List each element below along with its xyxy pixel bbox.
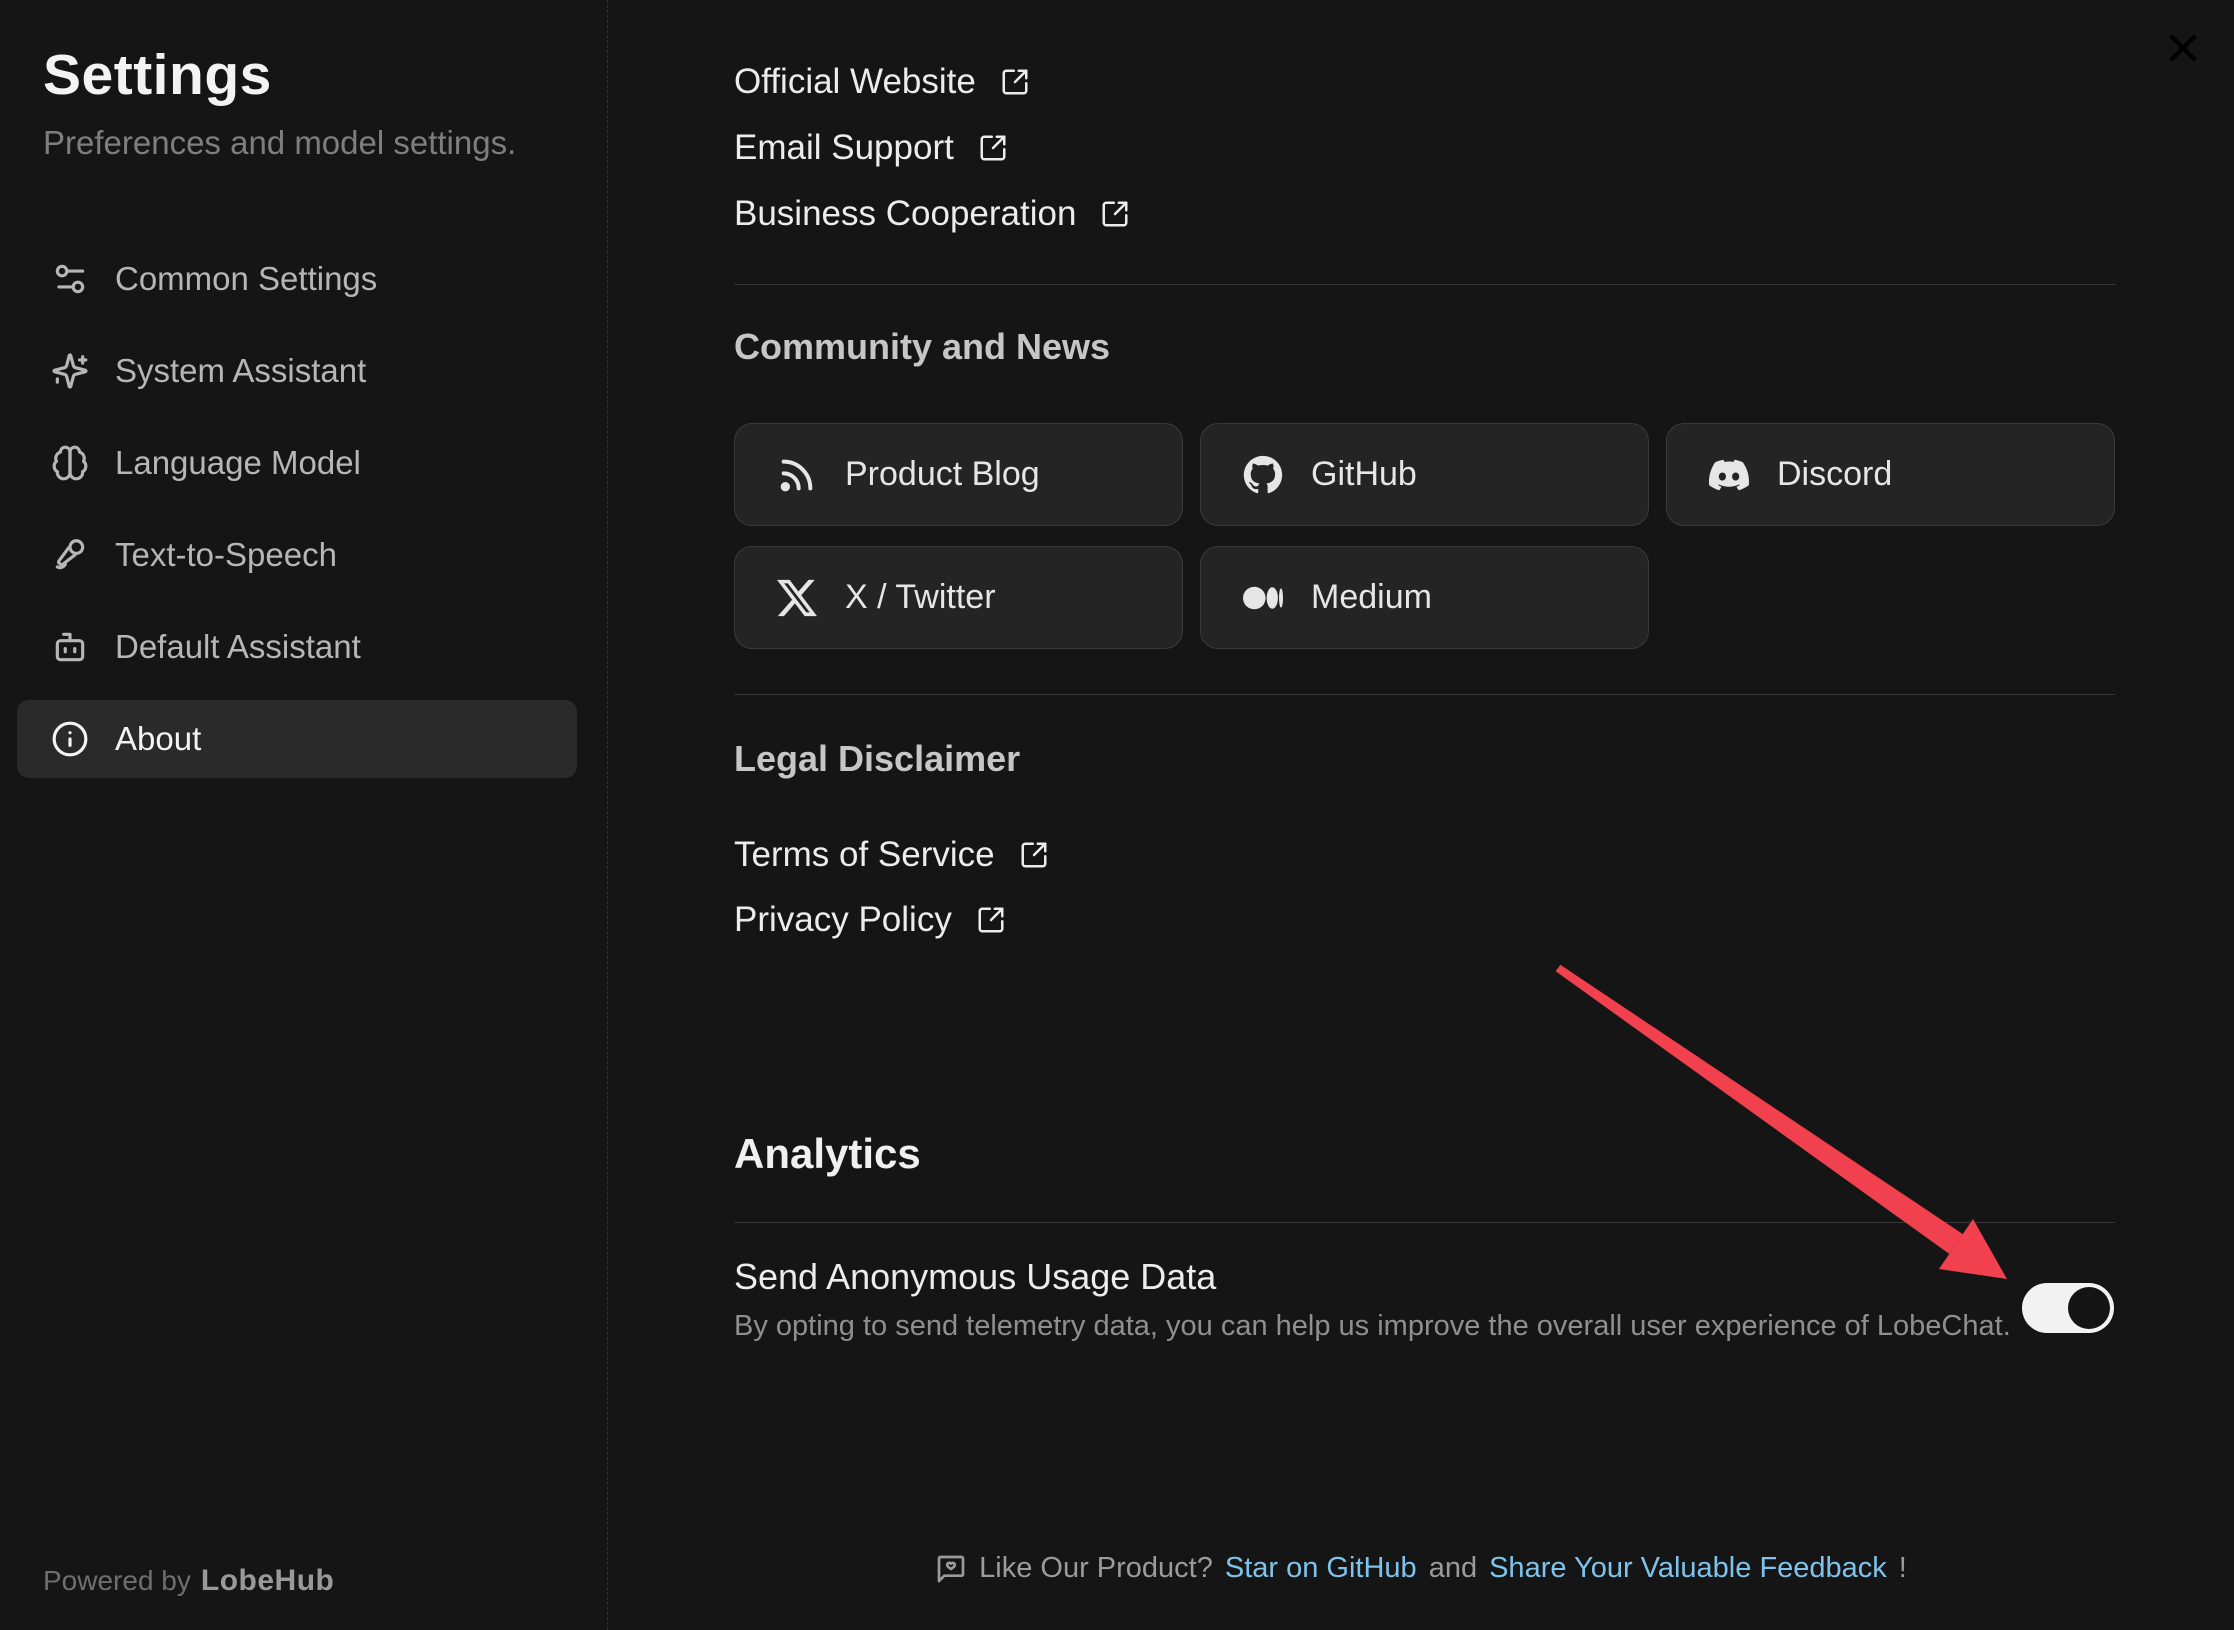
legal-heading: Legal Disclaimer bbox=[734, 738, 1020, 780]
discord-button[interactable]: Discord bbox=[1666, 423, 2115, 526]
star-on-github-link[interactable]: Star on GitHub bbox=[1225, 1552, 1417, 1585]
sliders-icon bbox=[51, 260, 89, 298]
sidebar-item-system-assistant[interactable]: System Assistant bbox=[17, 332, 577, 410]
sidebar-item-label: Common Settings bbox=[115, 260, 377, 298]
github-button[interactable]: GitHub bbox=[1200, 423, 1649, 526]
link-privacy-policy[interactable]: Privacy Policy bbox=[734, 896, 1006, 944]
brain-icon bbox=[51, 444, 89, 482]
button-label: Discord bbox=[1777, 455, 1892, 494]
x-twitter-icon bbox=[777, 578, 817, 618]
sidebar-item-label: System Assistant bbox=[115, 352, 366, 390]
link-label: Official Website bbox=[734, 62, 976, 102]
link-label: Privacy Policy bbox=[734, 900, 952, 940]
sidebar-item-label: About bbox=[115, 720, 201, 758]
usage-data-description: By opting to send telemetry data, you ca… bbox=[734, 1310, 2011, 1343]
footer-text: Like Our Product? bbox=[979, 1552, 1213, 1585]
analytics-heading: Analytics bbox=[734, 1130, 921, 1178]
external-link-icon bbox=[976, 905, 1006, 935]
mic-icon bbox=[51, 536, 89, 574]
medium-button[interactable]: Medium bbox=[1200, 546, 1649, 649]
footer-text: and bbox=[1429, 1552, 1477, 1585]
sparkles-icon bbox=[51, 352, 89, 390]
button-label: X / Twitter bbox=[845, 578, 996, 617]
external-link-icon bbox=[1100, 199, 1130, 229]
powered-by-label: Powered by bbox=[43, 1565, 191, 1596]
sidebar-nav: Common Settings System Assistant Languag… bbox=[17, 240, 577, 778]
feedback-footer: Like Our Product? Star on GitHub and Sha… bbox=[608, 1552, 2234, 1585]
sidebar-item-label: Language Model bbox=[115, 444, 361, 482]
link-label: Business Cooperation bbox=[734, 194, 1076, 234]
section-divider bbox=[734, 1222, 2115, 1223]
footer-text: ! bbox=[1899, 1552, 1907, 1585]
github-icon bbox=[1243, 455, 1283, 495]
sidebar-item-language-model[interactable]: Language Model bbox=[17, 424, 577, 502]
link-terms-of-service[interactable]: Terms of Service bbox=[734, 831, 1049, 879]
bot-icon bbox=[51, 628, 89, 666]
sidebar-item-default-assistant[interactable]: Default Assistant bbox=[17, 608, 577, 686]
toggle-knob bbox=[2068, 1287, 2110, 1329]
section-divider bbox=[734, 694, 2115, 695]
external-link-icon bbox=[1019, 840, 1049, 870]
annotation-arrow bbox=[1528, 940, 2048, 1320]
feedback-icon bbox=[935, 1553, 967, 1585]
info-icon bbox=[51, 720, 89, 758]
button-label: Product Blog bbox=[845, 455, 1040, 494]
page-subtitle: Preferences and model settings. bbox=[43, 124, 577, 162]
link-label: Email Support bbox=[734, 128, 954, 168]
sidebar-item-common-settings[interactable]: Common Settings bbox=[17, 240, 577, 318]
product-blog-button[interactable]: Product Blog bbox=[734, 423, 1183, 526]
x-twitter-button[interactable]: X / Twitter bbox=[734, 546, 1183, 649]
page-title: Settings bbox=[43, 42, 577, 108]
sidebar-item-label: Default Assistant bbox=[115, 628, 361, 666]
external-link-icon bbox=[1000, 67, 1030, 97]
link-label: Terms of Service bbox=[734, 835, 995, 875]
medium-icon bbox=[1243, 578, 1283, 618]
usage-data-toggle[interactable] bbox=[2022, 1283, 2114, 1333]
section-divider bbox=[734, 284, 2115, 285]
sidebar-item-label: Text-to-Speech bbox=[115, 536, 337, 574]
usage-data-label: Send Anonymous Usage Data bbox=[734, 1256, 1216, 1298]
link-official-website[interactable]: Official Website bbox=[734, 58, 1030, 106]
external-link-icon bbox=[978, 133, 1008, 163]
settings-sidebar: Settings Preferences and model settings.… bbox=[0, 0, 608, 1630]
link-business-cooperation[interactable]: Business Cooperation bbox=[734, 190, 1130, 238]
about-panel: Contact Us Official Website Email Suppor… bbox=[608, 0, 2234, 1630]
lobehub-brand: LobeHub bbox=[201, 1564, 334, 1597]
discord-icon bbox=[1709, 455, 1749, 495]
link-email-support[interactable]: Email Support bbox=[734, 124, 1008, 172]
sidebar-item-text-to-speech[interactable]: Text-to-Speech bbox=[17, 516, 577, 594]
contact-us-heading: Contact Us bbox=[734, 0, 924, 6]
share-feedback-link[interactable]: Share Your Valuable Feedback bbox=[1489, 1552, 1887, 1585]
sidebar-item-about[interactable]: About bbox=[17, 700, 577, 778]
rss-icon bbox=[777, 455, 817, 495]
close-icon bbox=[2161, 26, 2205, 70]
community-heading: Community and News bbox=[734, 326, 1110, 368]
button-label: Medium bbox=[1311, 578, 1432, 617]
community-buttons: Product Blog GitHub Discord X / Twitter … bbox=[734, 423, 2115, 649]
button-label: GitHub bbox=[1311, 455, 1417, 494]
close-button[interactable] bbox=[2155, 20, 2211, 76]
powered-by: Powered by LobeHub bbox=[43, 1564, 334, 1598]
